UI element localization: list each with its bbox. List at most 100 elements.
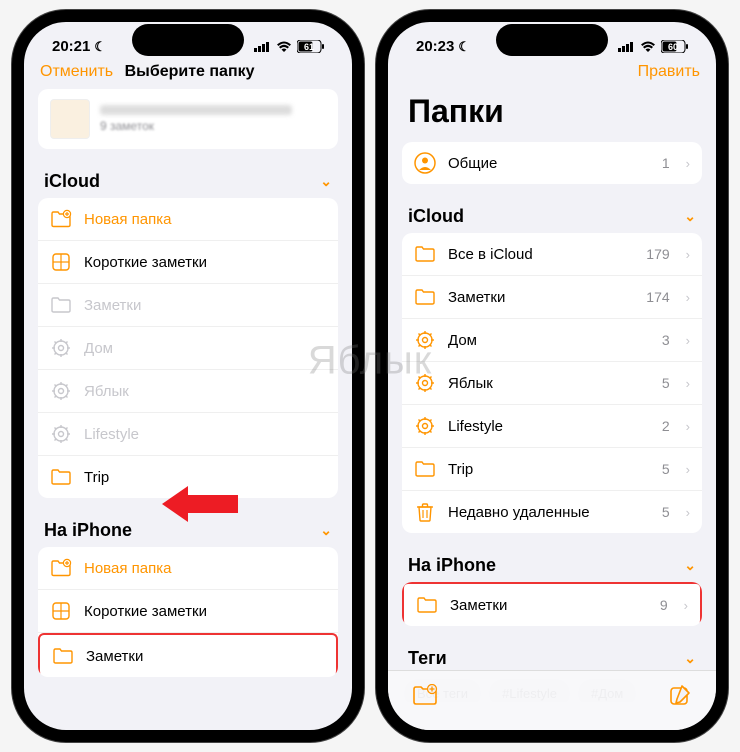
folder-count: 9 xyxy=(660,597,668,613)
section-header-iphone[interactable]: На iPhone ⌄ xyxy=(402,547,702,582)
folder-icon xyxy=(414,458,436,480)
folder-label: Недавно удаленные xyxy=(448,504,650,521)
chevron-right-icon: › xyxy=(686,376,690,391)
svg-text:61: 61 xyxy=(304,42,314,52)
battery-icon: 61 xyxy=(297,40,324,53)
shared-folder-row[interactable]: Общие 1 › xyxy=(402,142,702,184)
folder-row[interactable]: Новая папка xyxy=(38,547,338,590)
bottom-toolbar xyxy=(388,670,716,730)
chevron-right-icon: › xyxy=(686,156,690,171)
folder-icon xyxy=(50,294,72,316)
nav-bar: Править xyxy=(388,57,716,89)
nav-bar: Отменить Выберите папку xyxy=(24,57,352,89)
folder-row: Дом xyxy=(38,327,338,370)
phone-right: 20:23 ☾ 60 Править Папки Общие 1 › xyxy=(376,10,728,742)
folder-label: Lifestyle xyxy=(448,418,650,435)
folder-count: 5 xyxy=(662,461,670,477)
folder-icon xyxy=(52,645,74,667)
folder-row[interactable]: Trip 5 › xyxy=(402,448,702,491)
folder-row[interactable]: Lifestyle2› xyxy=(402,405,702,448)
chevron-right-icon: › xyxy=(686,419,690,434)
section-header-icloud[interactable]: iCloud ⌄ xyxy=(402,198,702,233)
phone-left: 20:21 ☾ 61 Отменить Выберите папку 9 зам… xyxy=(12,10,364,742)
dnd-moon-icon: ☾ xyxy=(94,39,106,55)
folder-label: Lifestyle xyxy=(84,426,326,443)
note-preview-card: 9 заметок xyxy=(38,89,338,149)
chevron-down-icon: ⌄ xyxy=(320,522,332,539)
edit-button[interactable]: Править xyxy=(638,63,700,81)
folder-row: Lifestyle xyxy=(38,413,338,456)
status-time: 20:23 xyxy=(416,38,454,55)
folder-row[interactable]: Заметки 9 › xyxy=(402,582,702,626)
nav-title: Выберите папку xyxy=(113,63,266,81)
svg-text:60: 60 xyxy=(668,42,678,52)
folder-count: 5 xyxy=(662,504,670,520)
section-header-icloud[interactable]: iCloud ⌄ xyxy=(38,163,338,198)
folder-row[interactable]: Короткие заметки xyxy=(38,241,338,284)
gear-icon xyxy=(414,372,436,394)
chevron-right-icon: › xyxy=(686,333,690,348)
new-folder-icon xyxy=(50,557,72,579)
note-thumbnail xyxy=(50,99,90,139)
folder-icon xyxy=(50,466,72,488)
folder-count: 179 xyxy=(646,246,669,262)
new-folder-icon xyxy=(50,208,72,230)
folder-label: Дом xyxy=(84,340,326,357)
shared-row-card: Общие 1 › xyxy=(402,142,702,184)
folder-count: 174 xyxy=(646,289,669,305)
compose-icon[interactable] xyxy=(668,683,692,707)
folder-row[interactable]: Заметки 174 › xyxy=(402,276,702,319)
folder-label: Яблык xyxy=(448,375,650,392)
folder-count: 3 xyxy=(662,332,670,348)
folder-label: Trip xyxy=(84,469,326,486)
folder-label: Trip xyxy=(448,461,650,478)
gear-icon xyxy=(50,337,72,359)
folder-label: Заметки xyxy=(448,289,634,306)
grid-icon xyxy=(50,600,72,622)
folder-icon xyxy=(416,594,438,616)
icloud-folder-list: Все в iCloud179›Заметки174›Дом3›Яблык5›L… xyxy=(402,233,702,533)
gear-icon xyxy=(414,329,436,351)
folder-row[interactable]: Все в iCloud 179 › xyxy=(402,233,702,276)
dynamic-island xyxy=(496,24,608,56)
signal-icon xyxy=(618,41,635,52)
folder-row[interactable]: Короткие заметки xyxy=(38,590,338,633)
grid-icon xyxy=(50,251,72,273)
battery-icon: 60 xyxy=(661,40,688,53)
gear-icon xyxy=(414,415,436,437)
trash-icon xyxy=(414,501,436,523)
wifi-icon xyxy=(276,41,292,53)
folder-row[interactable]: Дом3› xyxy=(402,319,702,362)
chevron-right-icon: › xyxy=(686,462,690,477)
folder-label: Новая папка xyxy=(84,211,326,228)
folder-label: Заметки xyxy=(84,297,326,314)
folder-label: Яблык xyxy=(84,383,326,400)
new-folder-icon[interactable] xyxy=(412,684,438,706)
person-circle-icon xyxy=(414,152,436,174)
status-time: 20:21 xyxy=(52,38,90,55)
cancel-button[interactable]: Отменить xyxy=(40,63,113,81)
chevron-right-icon: › xyxy=(686,290,690,305)
chevron-right-icon: › xyxy=(686,247,690,262)
folder-row[interactable]: Заметки xyxy=(38,633,338,677)
signal-icon xyxy=(254,41,271,52)
folder-row[interactable]: Новая папка xyxy=(38,198,338,241)
gear-icon xyxy=(50,380,72,402)
iphone-folder-list: Заметки 9 › xyxy=(402,582,702,626)
folder-label: Заметки xyxy=(450,597,648,614)
gear-icon xyxy=(50,423,72,445)
folder-row[interactable]: Недавно удаленные5› xyxy=(402,491,702,533)
folder-label: Все в iCloud xyxy=(448,246,634,263)
dnd-moon-icon: ☾ xyxy=(458,39,470,55)
folder-row[interactable]: Яблык5› xyxy=(402,362,702,405)
note-count: 9 заметок xyxy=(100,119,326,133)
iphone-folder-list: Новая папка Короткие заметкиЗаметки xyxy=(38,547,338,677)
folder-icon xyxy=(414,243,436,265)
dynamic-island xyxy=(132,24,244,56)
chevron-down-icon: ⌄ xyxy=(684,208,696,225)
chevron-down-icon: ⌄ xyxy=(320,173,332,190)
folder-label: Новая папка xyxy=(84,560,326,577)
chevron-right-icon: › xyxy=(684,598,688,613)
overlay-arrow xyxy=(162,486,238,522)
folder-row: Заметки xyxy=(38,284,338,327)
